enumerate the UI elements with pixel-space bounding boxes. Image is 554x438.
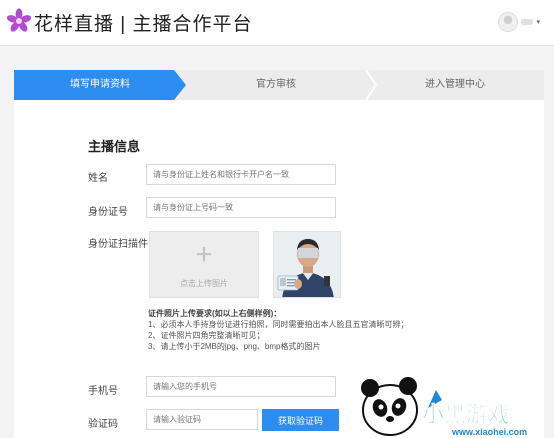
section-title: 主播信息 (88, 139, 141, 154)
id-scan-label: 身份证扫描件 (88, 239, 148, 250)
progress-steps: 官方审核 进入管理中心 填写申请资料 (14, 70, 544, 100)
name-label: 姓名 (88, 173, 108, 184)
user-menu[interactable]: ▾ (498, 12, 540, 32)
step-fill-application: 填写申请资料 (14, 70, 186, 100)
upload-image-button[interactable]: + 点击上传图片 (149, 231, 259, 298)
watermark-title: 小黑游戏 (422, 402, 510, 428)
name-input[interactable] (146, 164, 336, 185)
upload-text: 点击上传图片 (180, 279, 228, 288)
flower-logo-icon (6, 8, 32, 32)
step-divider-icon (365, 70, 378, 100)
site-title: 花样直播 | 主播合作平台 (34, 14, 253, 35)
chevron-down-icon[interactable]: ▾ (536, 18, 540, 26)
requirement-item: 2、证件照片四角完整清晰可见； (148, 331, 265, 340)
upload-requirements: 证件照片上传要求(如以上右侧样例)： 1、必须本人手持身份证进行拍照，同时需要拍… (148, 308, 408, 352)
verification-code-input[interactable] (146, 409, 258, 430)
top-bar: 花样直播 | 主播合作平台 ▾ (0, 0, 554, 46)
plus-icon: + (195, 238, 213, 271)
requirement-item: 1、必须本人手持身份证进行拍照，同时需要拍出本人脸且五官清晰可辨； (148, 320, 409, 329)
get-code-button[interactable]: 获取验证码 (262, 409, 339, 431)
requirements-title: 证件照片上传要求(如以上右侧样例)： (148, 309, 282, 318)
step-review: 官方审核 (256, 79, 296, 90)
sample-photo (273, 231, 341, 298)
id-number-input[interactable] (146, 197, 336, 218)
username-blurred (521, 19, 534, 25)
code-label: 验证码 (88, 419, 118, 430)
person-holding-id-icon (274, 232, 340, 297)
panda-watermark-icon: 小黑游戏 www.xiaohei.com (361, 377, 527, 437)
watermark-url: www.xiaohei.com (451, 427, 527, 437)
id-number-label: 身份证号 (88, 207, 128, 218)
phone-label: 手机号 (88, 386, 118, 397)
avatar[interactable] (498, 12, 519, 32)
requirement-item: 3、请上传小于2MB的jpg、png、bmp格式的图片 (148, 342, 321, 351)
step-management: 进入管理中心 (425, 79, 485, 90)
phone-input[interactable] (146, 376, 336, 397)
